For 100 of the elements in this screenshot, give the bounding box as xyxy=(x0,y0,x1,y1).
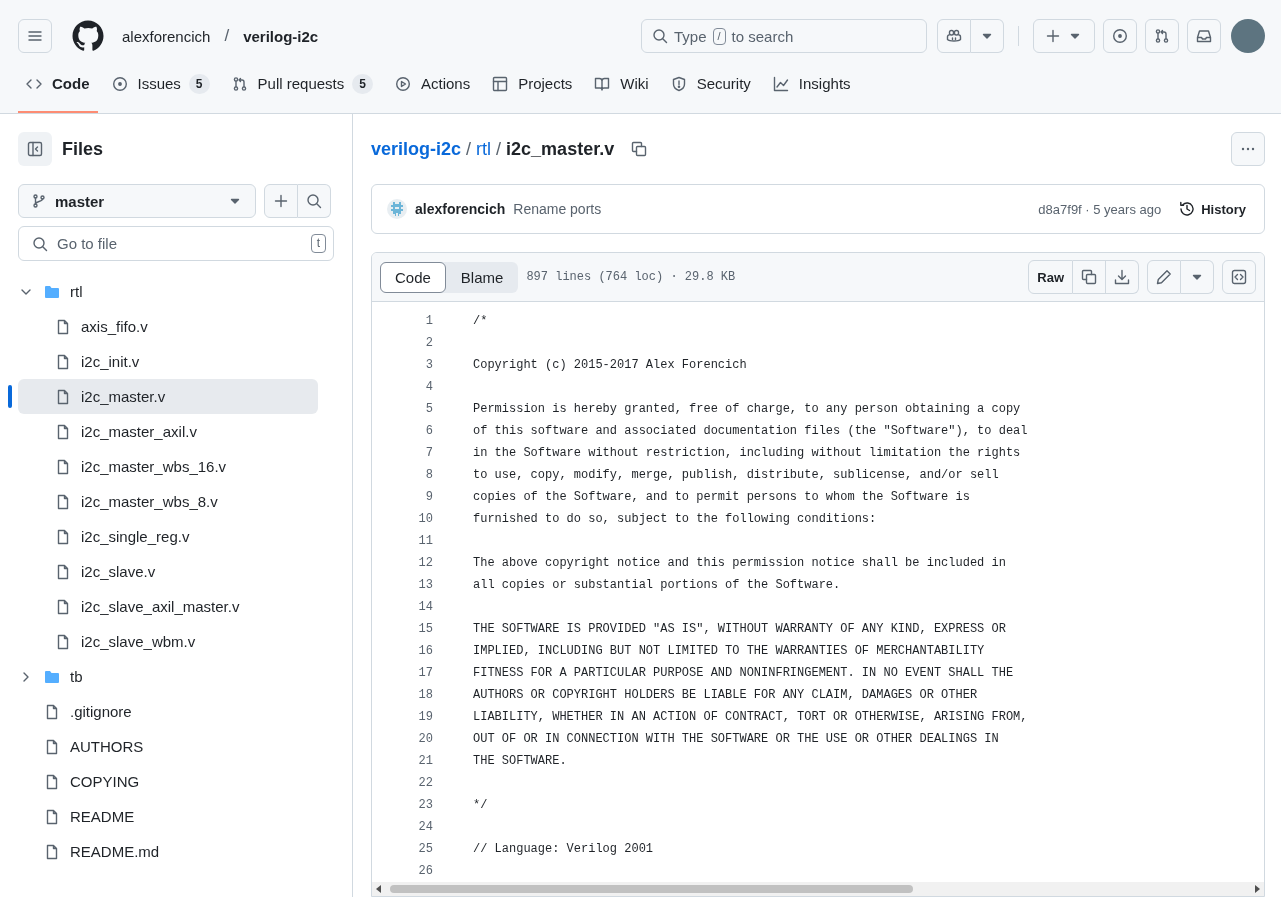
line-number: 17 xyxy=(417,666,433,680)
line-number: 8 xyxy=(424,468,433,482)
pencil-icon xyxy=(1156,269,1172,285)
search-field[interactable]: Type / to search xyxy=(641,19,927,53)
line-number: 5 xyxy=(424,402,433,416)
create-new-button[interactable] xyxy=(1033,19,1095,53)
nav-tab[interactable]: Wiki xyxy=(586,56,657,113)
nav-tab[interactable]: Code xyxy=(18,56,98,113)
branch-select[interactable]: master xyxy=(18,184,256,218)
owner-link[interactable]: alexforencich xyxy=(122,27,211,45)
book-icon xyxy=(594,75,611,92)
code-line: furnished to do so, subject to the following conditions: xyxy=(473,512,877,526)
file-icon xyxy=(44,703,60,720)
count-badge: 5 xyxy=(352,73,373,94)
search-button[interactable] xyxy=(298,184,331,218)
history-link[interactable]: History xyxy=(1179,201,1246,217)
breadcrumb-link[interactable]: verilog-i2c xyxy=(371,138,462,160)
issue-icon xyxy=(1112,28,1128,44)
commit-info-link[interactable]: d8a7f9f · 5 years ago xyxy=(1038,201,1162,217)
copilot-button[interactable] xyxy=(937,19,971,53)
code-line: FITNESS FOR A PARTICULAR PURPOSE AND NONINFRINGEMENT. IN NO EVENT SHALL THE xyxy=(473,666,1014,680)
inbox-button[interactable] xyxy=(1187,19,1221,53)
code-line: THE SOFTWARE. xyxy=(473,754,567,768)
file-tree-item[interactable]: axis_fifo.v xyxy=(18,309,318,344)
file-tree-item[interactable]: i2c_slave.v xyxy=(18,554,318,589)
nav-tab[interactable]: Insights xyxy=(764,56,859,113)
pull-requests-button[interactable] xyxy=(1145,19,1179,53)
symbols-button[interactable] xyxy=(1222,260,1256,294)
download-button[interactable] xyxy=(1106,260,1139,294)
code-line: Permission is hereby granted, free of charge, to any person obtaining a copy xyxy=(473,402,1021,416)
add-file-button[interactable] xyxy=(264,184,298,218)
search-icon xyxy=(306,193,322,209)
code-line: LIABILITY, WHETHER IN AN ACTION OF CONTRACT, TORT OR OTHERWISE, ARISING FROM, xyxy=(473,710,1028,724)
copy-button[interactable] xyxy=(1073,260,1106,294)
code-line: // Language: Verilog 2001 xyxy=(473,842,654,856)
menu-button[interactable] xyxy=(18,19,52,53)
file-icon xyxy=(55,493,71,510)
code-line: */ xyxy=(473,798,488,812)
line-number: 6 xyxy=(424,424,433,438)
copy-icon xyxy=(631,141,648,157)
nav-tab[interactable]: Pull requests 5 xyxy=(223,56,381,113)
file-tree-item[interactable]: README xyxy=(18,799,318,834)
file-tree-item[interactable]: tb xyxy=(18,659,318,694)
file-icon xyxy=(44,808,60,825)
copilot-icon xyxy=(946,28,962,44)
download-icon xyxy=(1114,269,1130,285)
line-number: 12 xyxy=(417,556,433,570)
commit-message-link[interactable]: Rename ports xyxy=(513,201,602,217)
file-tree-item[interactable]: i2c_master.v xyxy=(18,379,318,414)
line-number: 22 xyxy=(417,776,433,790)
file-tree-item[interactable]: i2c_single_reg.v xyxy=(18,519,318,554)
code-line: The above copyright notice and this permission notice shall be included in xyxy=(473,556,1006,570)
issue-icon xyxy=(111,75,128,92)
side-panel-icon xyxy=(27,141,43,157)
line-number: 15 xyxy=(417,622,433,636)
repo-link[interactable]: verilog-i2c xyxy=(243,27,319,45)
file-tree-item[interactable]: .gitignore xyxy=(18,694,318,729)
file-tree-item[interactable]: AUTHORS xyxy=(18,729,318,764)
shortcut-key: t xyxy=(310,234,326,253)
plus-icon xyxy=(1045,28,1061,44)
collapse-panel-button[interactable] xyxy=(18,132,52,166)
code-line: Copyright (c) 2015-2017 Alex Forencich xyxy=(473,358,747,372)
edit-button[interactable] xyxy=(1147,260,1181,294)
file-tree-item[interactable]: i2c_slave_axil_master.v xyxy=(18,589,318,624)
line-number: 26 xyxy=(417,864,433,878)
issues-button[interactable] xyxy=(1103,19,1137,53)
view-tab[interactable]: Blame xyxy=(445,261,519,293)
file-tree-item[interactable]: i2c_master_axil.v xyxy=(18,414,318,449)
file-icon xyxy=(55,458,71,475)
code-line: copies of the Software, and to permit persons to whom the Software is xyxy=(473,490,970,504)
table-icon xyxy=(492,75,509,92)
file-tree-item[interactable]: i2c_master_wbs_16.v xyxy=(18,449,318,484)
file-tree-item[interactable]: README.md xyxy=(18,834,318,869)
commit-author-link[interactable]: alexforencich xyxy=(415,201,506,217)
shield-icon xyxy=(670,75,687,92)
file-icon xyxy=(55,388,71,405)
nav-tab[interactable]: Issues 5 xyxy=(103,56,218,113)
file-tree-item[interactable]: COPYING xyxy=(18,764,318,799)
count-badge: 5 xyxy=(188,73,210,94)
code-line: THE SOFTWARE IS PROVIDED "AS IS", WITHOUT WARRANTY OF ANY KIND, EXPRESS OR xyxy=(473,622,1006,636)
nav-tab[interactable]: Projects xyxy=(484,56,581,113)
raw-button[interactable]: Raw xyxy=(1028,260,1073,294)
octocat-logo-icon[interactable] xyxy=(72,20,104,52)
path-separator: / xyxy=(496,138,502,160)
nav-tab[interactable]: Actions xyxy=(386,56,479,113)
view-tab[interactable]: Code xyxy=(380,261,446,293)
nav-tab[interactable]: Security xyxy=(662,56,759,113)
file-icon xyxy=(44,738,60,755)
line-number: 21 xyxy=(417,754,433,768)
breadcrumb-link[interactable]: rtl xyxy=(476,138,492,160)
symbols-icon xyxy=(1231,269,1247,285)
inbox-icon xyxy=(1196,28,1212,44)
file-tree-item[interactable]: rtl xyxy=(18,274,318,309)
horizontal-scrollbar[interactable] xyxy=(372,882,1264,896)
file-tree-item[interactable]: i2c_slave_wbm.v xyxy=(18,624,318,659)
file-tree-item[interactable]: i2c_master_wbs_8.v xyxy=(18,484,318,519)
user-avatar[interactable] xyxy=(1231,19,1265,53)
branch-icon xyxy=(31,193,47,209)
file-tree-item[interactable]: i2c_init.v xyxy=(18,344,318,379)
search-hint: Type xyxy=(674,27,707,45)
